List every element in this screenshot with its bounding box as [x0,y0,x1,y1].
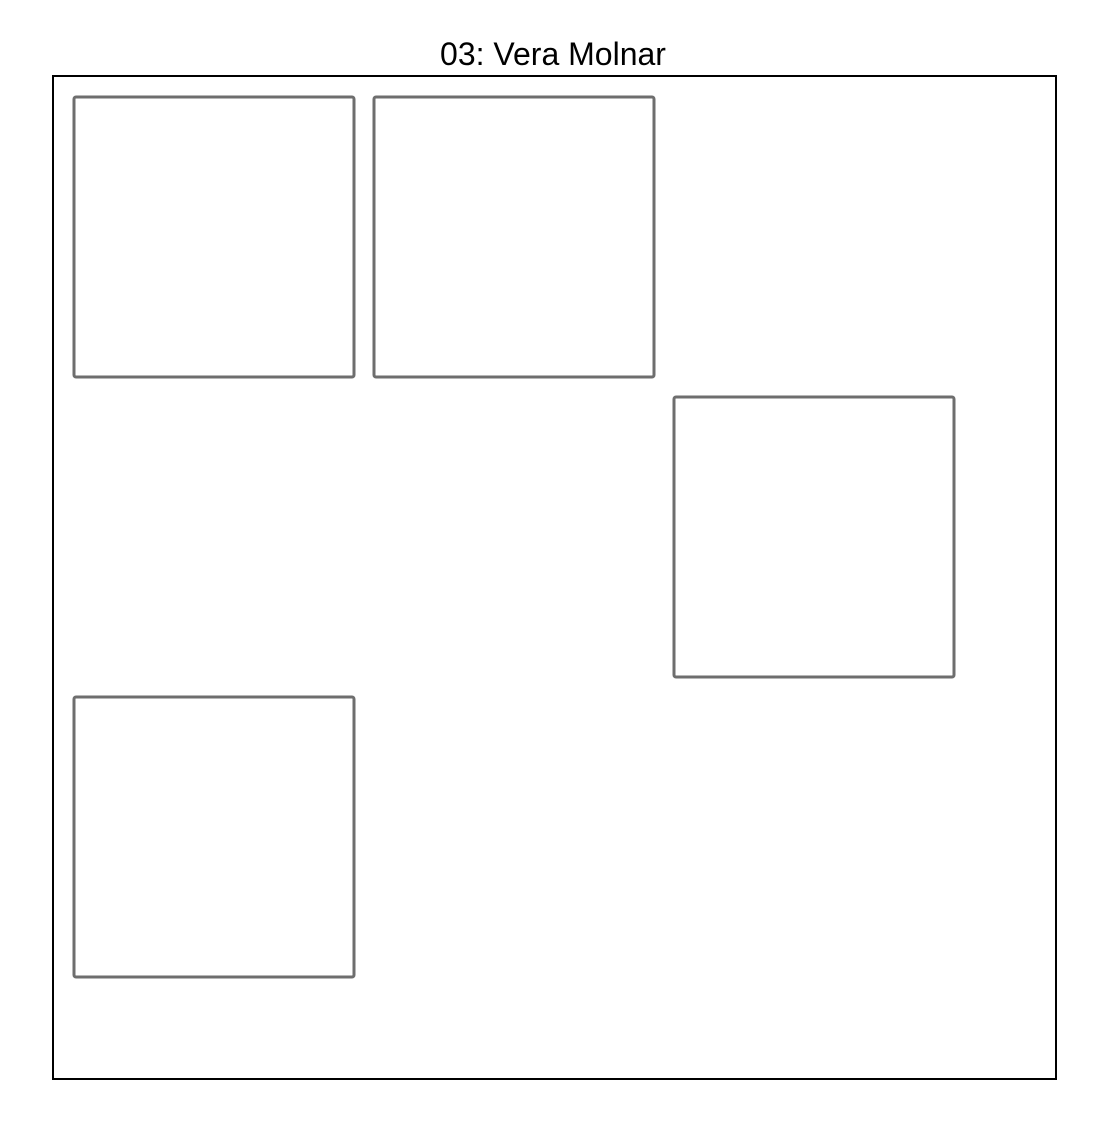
square-r2-c3 [672,395,956,679]
square-r1-c2 [372,95,656,379]
square-r1-c1 [72,95,356,379]
artwork-frame [52,75,1057,1080]
artwork-canvas [72,95,956,979]
square-r3-c1 [72,695,356,979]
page-title: 03: Vera Molnar [440,36,666,72]
